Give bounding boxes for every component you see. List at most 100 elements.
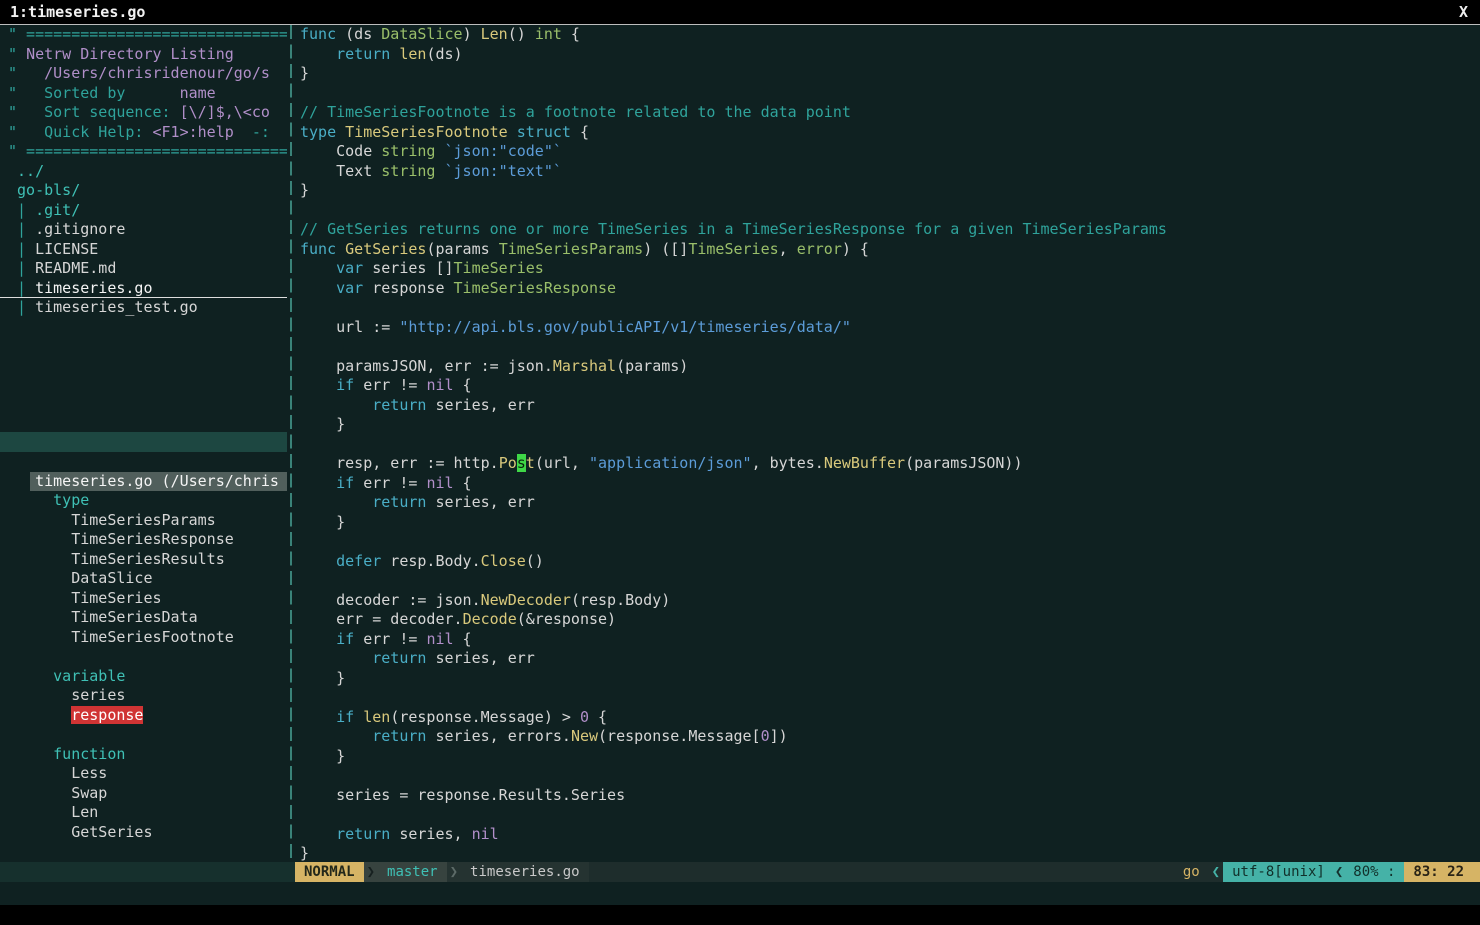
code-line[interactable] bbox=[295, 201, 1480, 221]
window-separator[interactable] bbox=[287, 25, 295, 862]
netrw-line[interactable]: " Netrw Directory Listing bbox=[0, 45, 287, 65]
tagbar-line[interactable]: function bbox=[0, 745, 287, 765]
tagbar-line[interactable]: Swap bbox=[0, 784, 287, 804]
code-line[interactable]: url := "http://api.bls.gov/publicAPI/v1/… bbox=[295, 318, 1480, 338]
code-line[interactable] bbox=[295, 805, 1480, 825]
netrw-line[interactable]: | timeseries_test.go bbox=[0, 298, 287, 318]
command-line[interactable]: :q bbox=[0, 882, 1480, 924]
code-line[interactable] bbox=[295, 337, 1480, 357]
netrw-line[interactable]: " Sort sequence: [\/]$,\<co bbox=[0, 103, 287, 123]
code-line[interactable]: var response TimeSeriesResponse bbox=[295, 279, 1480, 299]
code-line[interactable]: decoder := json.NewDecoder(resp.Body) bbox=[295, 591, 1480, 611]
netrw-line[interactable]: " Sorted by name bbox=[0, 84, 287, 104]
netrw-line[interactable]: " ======================================… bbox=[0, 25, 287, 45]
netrw-line[interactable]: " Quick Help: <F1>:help -: bbox=[0, 123, 287, 143]
text-segment: () bbox=[507, 25, 535, 43]
tagbar-line[interactable]: type bbox=[0, 491, 287, 511]
code-line[interactable]: } bbox=[295, 844, 1480, 862]
code-line[interactable] bbox=[295, 688, 1480, 708]
code-line[interactable]: type TimeSeriesFootnote struct { bbox=[295, 123, 1480, 143]
chevron-right-icon: ❯ bbox=[363, 862, 379, 882]
code-line[interactable]: return series, err bbox=[295, 649, 1480, 669]
tagbar-line[interactable]: Len bbox=[0, 803, 287, 823]
text-segment: TimeSeriesResponse bbox=[453, 278, 617, 297]
code-line[interactable]: func (ds DataSlice) Len() int { bbox=[295, 25, 1480, 45]
code-line[interactable]: // TimeSeriesFootnote is a footnote rela… bbox=[295, 103, 1480, 123]
code-line[interactable]: if err != nil { bbox=[295, 376, 1480, 396]
netrw-line[interactable]: " ======================================… bbox=[0, 142, 287, 162]
code-line[interactable]: } bbox=[295, 747, 1480, 767]
tagbar-line[interactable]: timeseries.go (/Users/chris bbox=[0, 471, 287, 491]
tagbar-line[interactable]: Less bbox=[0, 764, 287, 784]
code-line[interactable]: } bbox=[295, 669, 1480, 689]
text-segment: int bbox=[534, 25, 562, 43]
main-statusline: NORMAL ❯ master ❯ timeseries.go go ❮ utf… bbox=[295, 862, 1480, 882]
netrw-line[interactable]: | .git/ bbox=[0, 201, 287, 221]
code-line[interactable]: return series, nil bbox=[295, 825, 1480, 845]
tagbar-line[interactable]: TimeSeriesResults bbox=[0, 550, 287, 570]
netrw-line[interactable]: go-bls/ bbox=[0, 181, 287, 201]
text-segment: { bbox=[589, 707, 608, 726]
code-line[interactable]: defer resp.Body.Close() bbox=[295, 552, 1480, 572]
code-line[interactable] bbox=[295, 766, 1480, 786]
code-line[interactable]: } bbox=[295, 181, 1480, 201]
tagbar-line[interactable]: GetSeries bbox=[0, 823, 287, 843]
code-line[interactable]: return series, errors.New(response.Messa… bbox=[295, 727, 1480, 747]
tagbar-line[interactable]: TimeSeriesResponse bbox=[0, 530, 287, 550]
netrw-line[interactable]: ../ bbox=[0, 162, 287, 182]
tagbar-line[interactable]: DataSlice bbox=[0, 569, 287, 589]
tab-timeseries[interactable]: 1:timeseries.go bbox=[0, 3, 151, 21]
code-line[interactable] bbox=[295, 435, 1480, 455]
text-segment bbox=[390, 45, 399, 63]
code-line[interactable]: return series, err bbox=[295, 396, 1480, 416]
netrw-line[interactable]: " /Users/chrisridenour/go/s bbox=[0, 64, 287, 84]
tagbar-line[interactable]: variable bbox=[0, 667, 287, 687]
code-line[interactable]: Code string `json:"code"` bbox=[295, 142, 1480, 162]
text-segment bbox=[300, 649, 372, 667]
code-line[interactable]: } bbox=[295, 64, 1480, 84]
code-line[interactable] bbox=[295, 571, 1480, 591]
text-segment bbox=[300, 630, 336, 648]
tagbar-line[interactable]: TimeSeriesData bbox=[0, 608, 287, 628]
tagbar-window[interactable]: timeseries.go (/Users/chris type TimeSer… bbox=[0, 452, 287, 862]
code-line[interactable]: Text string `json:"text"` bbox=[295, 162, 1480, 182]
code-line[interactable]: resp, err := http.Post(url, "application… bbox=[295, 454, 1480, 474]
text-segment: () bbox=[525, 551, 544, 570]
code-line[interactable] bbox=[295, 298, 1480, 318]
code-line[interactable]: return len(ds) bbox=[295, 45, 1480, 65]
code-line[interactable]: return series, err bbox=[295, 493, 1480, 513]
text-segment: series, err bbox=[426, 395, 535, 414]
text-segment: err != bbox=[354, 376, 427, 394]
netrw-line[interactable]: | .gitignore bbox=[0, 220, 287, 240]
code-line[interactable] bbox=[295, 532, 1480, 552]
code-line[interactable]: } bbox=[295, 415, 1480, 435]
netrw-line[interactable]: | README.md bbox=[0, 259, 287, 279]
code-line[interactable]: // GetSeries returns one or more TimeSer… bbox=[295, 220, 1480, 240]
code-line[interactable]: err = decoder.Decode(&response) bbox=[295, 610, 1480, 630]
code-line[interactable] bbox=[295, 84, 1480, 104]
code-line[interactable]: paramsJSON, err := json.Marshal(params) bbox=[295, 357, 1480, 377]
netrw-line[interactable]: | timeseries.go bbox=[0, 279, 287, 298]
tagbar-line[interactable] bbox=[0, 647, 287, 667]
tagbar-line[interactable]: response bbox=[0, 705, 287, 726]
code-line[interactable]: if len(response.Message) > 0 { bbox=[295, 708, 1480, 728]
netrw-line[interactable]: | LICENSE bbox=[0, 240, 287, 260]
code-line[interactable]: if err != nil { bbox=[295, 630, 1480, 650]
tagbar-line[interactable]: TimeSeries bbox=[0, 589, 287, 609]
code-line[interactable]: if err != nil { bbox=[295, 474, 1480, 494]
netrw-window[interactable]: " ======================================… bbox=[0, 25, 287, 432]
code-line[interactable]: series = response.Results.Series bbox=[295, 786, 1480, 806]
tagbar-line[interactable]: TimeSeriesParams bbox=[0, 511, 287, 531]
code-line[interactable]: } bbox=[295, 513, 1480, 533]
editor-window[interactable]: func (ds DataSlice) Len() int { return l… bbox=[295, 25, 1480, 862]
code-line[interactable]: func GetSeries(params TimeSeriesParams) … bbox=[295, 240, 1480, 260]
text-segment: resp, err := http. bbox=[300, 454, 499, 472]
tagbar-line[interactable]: TimeSeriesFootnote bbox=[0, 628, 287, 648]
tagbar-line[interactable] bbox=[0, 725, 287, 745]
text-segment: Len bbox=[8, 803, 99, 821]
text-segment: return bbox=[372, 395, 427, 414]
tagbar-line[interactable] bbox=[0, 452, 287, 472]
code-line[interactable]: var series []TimeSeries bbox=[295, 259, 1480, 279]
tagbar-line[interactable]: series bbox=[0, 686, 287, 706]
close-icon[interactable]: X bbox=[1447, 3, 1480, 21]
